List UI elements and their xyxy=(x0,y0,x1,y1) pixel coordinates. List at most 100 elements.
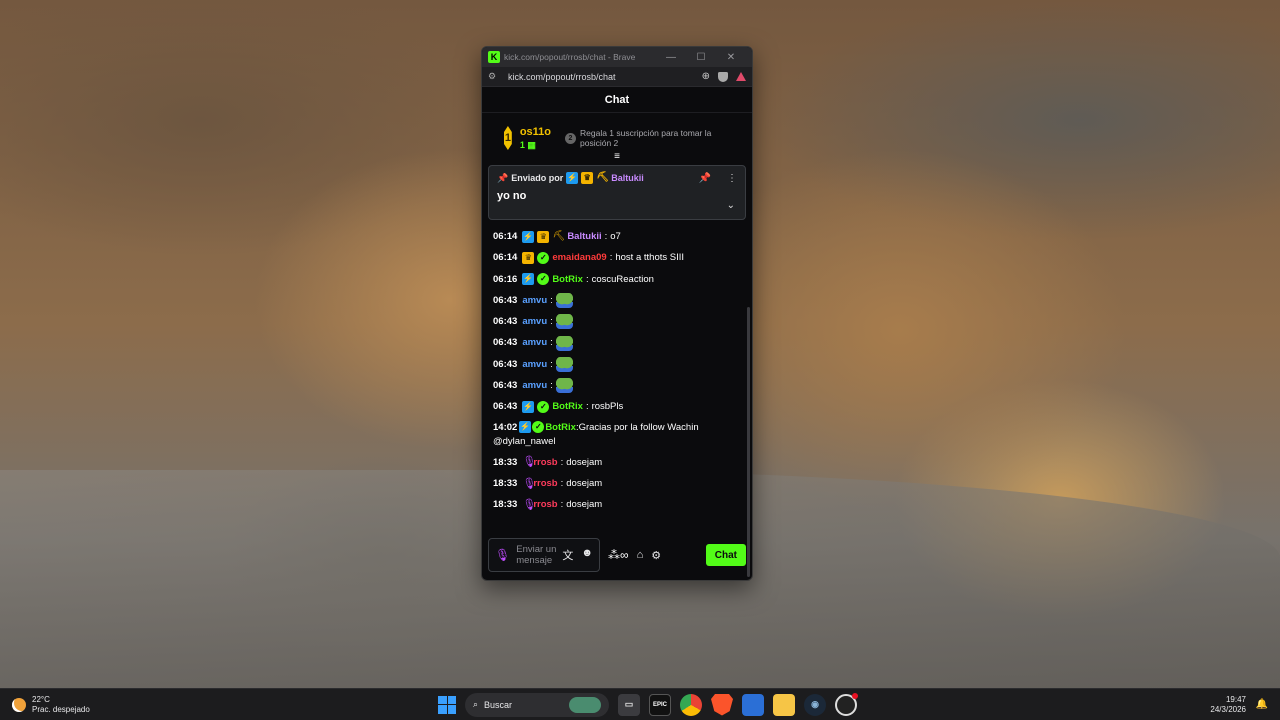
brave-shield-icon[interactable] xyxy=(718,71,728,82)
bolt-badge-icon: ⚡ xyxy=(522,273,535,286)
message-username[interactable]: amvu xyxy=(522,375,547,396)
message-timestamp: 06:14 xyxy=(493,231,518,242)
chat-message[interactable]: 06:43 ⚡ ✓ BotRix: rosbPls xyxy=(493,396,741,417)
search-highlight-image xyxy=(569,696,601,713)
microphone-icon[interactable]: 🎙 xyxy=(495,548,510,562)
epic-games-icon[interactable]: EPIC xyxy=(649,693,671,716)
collapse-icon[interactable]: ≡ xyxy=(614,152,620,162)
message-timestamp: 06:43 xyxy=(493,316,518,328)
chat-message[interactable]: 06:14 ♛ ✓ emaidana09: host a tthots SIII xyxy=(493,247,741,268)
chrome-icon[interactable] xyxy=(680,693,702,716)
more-options-icon[interactable]: ⋮ xyxy=(727,173,737,184)
message-username[interactable]: BotRix xyxy=(552,396,583,417)
message-username[interactable]: amvu xyxy=(522,311,547,332)
chat-message[interactable]: 06:43 amvu: xyxy=(493,311,741,332)
notification-bell-icon[interactable]: 🔔 xyxy=(1256,699,1268,710)
message-username[interactable]: emaidana09 xyxy=(552,247,606,268)
verified-badge-icon: ✓ xyxy=(537,251,550,264)
settings-gear-icon[interactable]: ⚙ xyxy=(651,549,661,562)
unpin-icon[interactable]: 📌 xyxy=(699,173,711,184)
brave-icon[interactable] xyxy=(711,693,733,716)
crown-badge-icon: ♛ xyxy=(581,172,594,184)
leader-gift-count: 1 ▦ xyxy=(519,139,536,150)
message-username[interactable]: rrosb xyxy=(533,473,557,494)
file-explorer-icon[interactable] xyxy=(773,693,795,716)
message-input[interactable]: 🎙 Enviar un mensaje 文 ☻ xyxy=(488,538,600,572)
site-settings-icon[interactable]: ⚙ xyxy=(488,71,502,82)
broadcaster-badge-icon: 🎙 xyxy=(522,477,537,490)
search-placeholder: Buscar xyxy=(484,699,513,710)
frog-emote-icon[interactable] xyxy=(555,378,573,394)
zoom-icon[interactable]: ⊕ xyxy=(702,71,710,82)
chat-header: Chat xyxy=(482,87,752,113)
frog-emote-icon[interactable] xyxy=(555,293,573,309)
temperature: 22°C xyxy=(32,694,50,704)
close-icon[interactable]: ✕ xyxy=(716,52,746,63)
chat-message[interactable]: 18:33 🎙 rrosb: dosejam xyxy=(493,494,741,515)
channel-points-icon[interactable]: ⁂∞ xyxy=(608,548,629,562)
clock[interactable]: 19:47 24/3/2026 xyxy=(1210,695,1246,715)
taskbar-search[interactable]: ⌕ Buscar xyxy=(465,692,609,717)
chat-scrollbar[interactable] xyxy=(747,307,750,577)
store-icon[interactable]: ⌂ xyxy=(637,549,644,561)
steam-icon[interactable]: ◉ xyxy=(804,693,826,716)
message-separator: : xyxy=(550,337,553,349)
message-username[interactable]: amvu xyxy=(522,332,547,353)
message-timestamp: 06:43 xyxy=(493,358,518,370)
task-view-icon[interactable]: ▭ xyxy=(618,693,640,716)
verified-badge-icon: ✓ xyxy=(532,421,545,434)
frog-emote-icon[interactable] xyxy=(555,356,573,372)
chat-message[interactable]: 06:43 amvu: xyxy=(493,290,741,311)
message-username[interactable]: rrosb xyxy=(533,494,557,515)
chevron-down-icon[interactable]: ⌄ xyxy=(727,200,735,211)
verified-badge-icon: ✓ xyxy=(537,401,550,414)
title-bar[interactable]: K kick.com/popout/rrosb/chat - Brave — ☐… xyxy=(482,47,752,67)
chat-messages: 06:14 ⚡ ♛ ⛏ Baltukii: o7 06:14 ♛ ✓ emaidana09: hos… xyxy=(482,220,752,516)
leader-name[interactable]: os11o xyxy=(520,126,551,138)
pinned-message[interactable]: 📌 Enviado por ⚡ ♛ ⛏ Baltukii yo no 📌 ⋮ ⌄ xyxy=(488,165,746,220)
windows-start-icon[interactable] xyxy=(438,695,456,714)
microsoft-store-icon[interactable] xyxy=(742,693,764,716)
chat-message[interactable]: 14:02 ⚡ ✓ BotRix:Gracias por la follow Wach… xyxy=(493,418,741,452)
message-username[interactable]: rrosb xyxy=(533,452,557,473)
bolt-badge-icon: ⚡ xyxy=(519,421,532,434)
clock-time: 19:47 xyxy=(1225,694,1246,704)
chat-message[interactable]: 06:14 ⚡ ♛ ⛏ Baltukii: o7 xyxy=(493,226,741,247)
obs-icon[interactable] xyxy=(835,692,858,716)
frog-emote-icon[interactable] xyxy=(555,335,573,351)
frog-emote-icon[interactable] xyxy=(555,314,573,330)
translate-icon[interactable]: 文 xyxy=(562,547,573,563)
pinned-user[interactable]: Baltukii xyxy=(611,173,644,183)
chat-message[interactable]: 06:16 ⚡ ✓ BotRix: coscuReaction xyxy=(493,269,741,290)
message-separator: : xyxy=(585,273,589,285)
chat-message[interactable]: 18:33 🎙 rrosb: dosejam xyxy=(493,452,741,473)
bolt-badge-icon: ⚡ xyxy=(566,172,579,184)
message-username[interactable]: BotRix xyxy=(545,422,576,433)
url-field[interactable]: kick.com/popout/rrosb/chat xyxy=(508,72,702,82)
message-username[interactable]: Baltukii xyxy=(567,226,601,247)
message-username[interactable]: amvu xyxy=(522,354,547,375)
pickaxe-badge-icon: ⛏ xyxy=(596,172,609,183)
chat-message[interactable]: 06:43 amvu: xyxy=(493,332,741,353)
weather-widget[interactable]: 22°C Prac. despejado xyxy=(12,695,90,715)
message-text: dosejam xyxy=(566,499,603,511)
pickaxe-badge-icon: ⛏ xyxy=(552,230,566,242)
message-timestamp: 06:43 xyxy=(493,294,518,306)
message-timestamp: 06:43 xyxy=(493,337,518,349)
message-username[interactable]: BotRix xyxy=(552,269,583,290)
bolt-badge-icon: ⚡ xyxy=(522,230,535,243)
maximize-icon[interactable]: ☐ xyxy=(686,52,716,63)
message-username[interactable]: amvu xyxy=(522,290,547,311)
message-separator: : xyxy=(560,477,564,489)
message-text: dosejam xyxy=(566,456,603,468)
chat-message[interactable]: 06:43 amvu: xyxy=(493,375,741,396)
chat-message[interactable]: 06:43 amvu: xyxy=(493,354,741,375)
chat-message[interactable]: 18:33 🎙 rrosb: dosejam xyxy=(493,473,741,494)
message-timestamp: 18:33 xyxy=(493,477,518,489)
minimize-icon[interactable]: — xyxy=(656,52,686,63)
brave-rewards-icon[interactable] xyxy=(736,72,746,81)
send-chat-button[interactable]: Chat xyxy=(705,544,746,566)
bolt-badge-icon: ⚡ xyxy=(522,401,535,414)
address-bar[interactable]: ⚙ kick.com/popout/rrosb/chat ⊕ xyxy=(482,67,752,87)
emoji-icon[interactable]: ☻ xyxy=(581,547,593,563)
